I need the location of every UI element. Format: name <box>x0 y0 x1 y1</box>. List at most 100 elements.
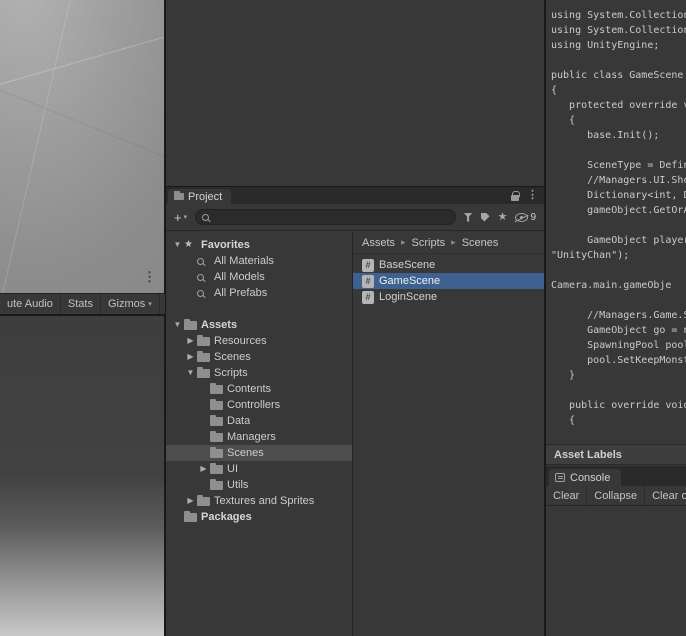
chevron-down-icon: ▾ <box>148 300 152 308</box>
console-toolbar: Clear Collapse Clear o <box>546 486 686 506</box>
folder-icon <box>197 366 210 378</box>
tree-item-favorites[interactable]: ▼ ★ Favorites <box>166 237 352 253</box>
folder-icon <box>197 494 210 506</box>
kebab-menu-icon[interactable]: ⋮ <box>527 190 538 201</box>
collapse-button[interactable]: Collapse <box>587 486 646 505</box>
create-asset-button[interactable]: + ▾ <box>171 210 190 225</box>
project-file-list: Assets ▸ Scripts ▸ Scenes # BaseScene # … <box>353 232 544 636</box>
folder-icon <box>210 430 223 442</box>
folder-icon <box>184 318 197 330</box>
csharp-script-icon: # <box>362 258 374 272</box>
chevron-right-icon: ▸ <box>401 237 406 247</box>
breadcrumb-assets[interactable]: Assets <box>362 237 395 249</box>
breadcrumb: Assets ▸ Scripts ▸ Scenes <box>353 232 544 254</box>
folder-icon <box>210 414 223 426</box>
mute-audio-label: ute Audio <box>7 298 53 310</box>
gizmos-button[interactable]: Gizmos ▾ <box>101 294 160 314</box>
csharp-script-icon: # <box>362 290 374 304</box>
scene-grid-line <box>0 19 164 92</box>
tree-item-all-prefabs[interactable]: All Prefabs <box>166 285 352 301</box>
search-field[interactable] <box>195 209 456 225</box>
tree-item-all-materials[interactable]: All Materials <box>166 253 352 269</box>
inspector-panel: using System.Collections using System.Co… <box>546 0 686 636</box>
scene-grid-line <box>0 0 73 293</box>
kebab-menu-icon[interactable]: ⋮ <box>143 270 156 283</box>
tree-item-scenes[interactable]: ▶ Scenes <box>166 349 352 365</box>
chevron-open-icon[interactable]: ▼ <box>171 237 184 253</box>
console-icon <box>555 473 565 482</box>
tree-item-utils[interactable]: Utils <box>166 477 352 493</box>
clear-on-play-button[interactable]: Clear o <box>645 486 686 505</box>
chevron-closed-icon[interactable]: ▶ <box>184 493 197 509</box>
folder-icon <box>210 382 223 394</box>
folder-icon <box>197 350 210 362</box>
tab-project[interactable]: Project <box>168 189 232 204</box>
folder-icon <box>210 462 223 474</box>
tree-item-resources[interactable]: ▶ Resources <box>166 333 352 349</box>
tree-item-ui[interactable]: ▶ UI <box>166 461 352 477</box>
eye-icon <box>515 212 529 222</box>
tab-console[interactable]: Console <box>549 469 622 486</box>
tree-item-scripts[interactable]: ▼ Scripts <box>166 365 352 381</box>
breadcrumb-scripts[interactable]: Scripts <box>412 237 446 249</box>
tree-item-assets[interactable]: ▼ Assets <box>166 317 352 333</box>
script-preview: using System.Collections using System.Co… <box>551 10 686 426</box>
lock-icon[interactable] <box>511 190 520 201</box>
breadcrumb-scenes[interactable]: Scenes <box>462 237 499 249</box>
file-item-gamescene[interactable]: # GameScene <box>353 273 544 289</box>
search-icon <box>197 273 204 281</box>
search-by-label-icon[interactable] <box>480 212 490 222</box>
chevron-down-icon: ▾ <box>183 213 188 221</box>
star-icon: ★ <box>184 239 193 250</box>
game-view-render[interactable] <box>0 316 165 636</box>
chevron-closed-icon[interactable]: ▶ <box>184 333 197 349</box>
game-view-toolbar: ute Audio Stats Gizmos ▾ <box>0 293 165 315</box>
stats-button[interactable]: Stats <box>61 294 101 314</box>
tree-item-contents[interactable]: Contents <box>166 381 352 397</box>
search-by-type-icon[interactable] <box>463 212 473 222</box>
project-panel: Project ⋮ + ▾ ★ 9 ▼ ★ Favorites All Mate… <box>165 186 545 636</box>
tree-item-managers[interactable]: Managers <box>166 429 352 445</box>
tree-item-all-models[interactable]: All Models <box>166 269 352 285</box>
csharp-script-icon: # <box>362 274 374 288</box>
packages-visibility-toggle[interactable]: 9 <box>515 212 536 223</box>
folder-icon <box>210 398 223 410</box>
asset-labels-label: Asset Labels <box>554 448 622 461</box>
folder-icon <box>210 446 223 458</box>
project-tab-label: Project <box>188 190 223 203</box>
folder-icon <box>197 334 210 346</box>
chevron-open-icon[interactable]: ▼ <box>184 365 197 381</box>
search-filter-icons: ★ 9 <box>461 211 539 223</box>
plus-icon: + <box>174 209 182 225</box>
file-item-loginscene[interactable]: # LoginScene <box>353 289 544 305</box>
gizmos-label: Gizmos <box>107 298 146 310</box>
chevron-open-icon[interactable]: ▼ <box>171 317 184 333</box>
tree-item-scripts-scenes[interactable]: Scenes <box>166 445 352 461</box>
unity-editor-window: ⋮ ute Audio Stats Gizmos ▾ Project ⋮ + ▾… <box>0 0 686 636</box>
tree-item-textures-and-sprites[interactable]: ▶ Textures and Sprites <box>166 493 352 509</box>
save-search-star-icon[interactable]: ★ <box>498 211 508 223</box>
project-folder-tree: ▼ ★ Favorites All Materials All Models A… <box>166 232 353 636</box>
search-icon <box>202 213 210 221</box>
chevron-closed-icon[interactable]: ▶ <box>184 349 197 365</box>
hidden-packages-count: 9 <box>530 211 536 223</box>
project-toolbar: + ▾ ★ 9 <box>166 204 544 231</box>
chevron-closed-icon[interactable]: ▶ <box>197 461 210 477</box>
tree-item-controllers[interactable]: Controllers <box>166 397 352 413</box>
mute-audio-button[interactable]: ute Audio <box>0 294 61 314</box>
folder-icon <box>184 510 197 522</box>
tree-item-packages[interactable]: Packages <box>166 509 352 525</box>
folder-icon <box>210 478 223 490</box>
folder-icon <box>174 191 184 200</box>
search-icon <box>197 257 204 265</box>
file-item-basescene[interactable]: # BaseScene <box>353 257 544 273</box>
scene-view-render[interactable]: ⋮ <box>0 0 165 293</box>
project-tabstrip: Project ⋮ <box>166 187 544 204</box>
asset-labels-header[interactable]: Asset Labels <box>546 444 686 465</box>
scene-grid-line <box>0 77 164 184</box>
console-log-area[interactable] <box>546 506 686 636</box>
tree-item-data[interactable]: Data <box>166 413 352 429</box>
clear-button[interactable]: Clear <box>546 486 588 505</box>
search-input[interactable] <box>214 211 449 223</box>
